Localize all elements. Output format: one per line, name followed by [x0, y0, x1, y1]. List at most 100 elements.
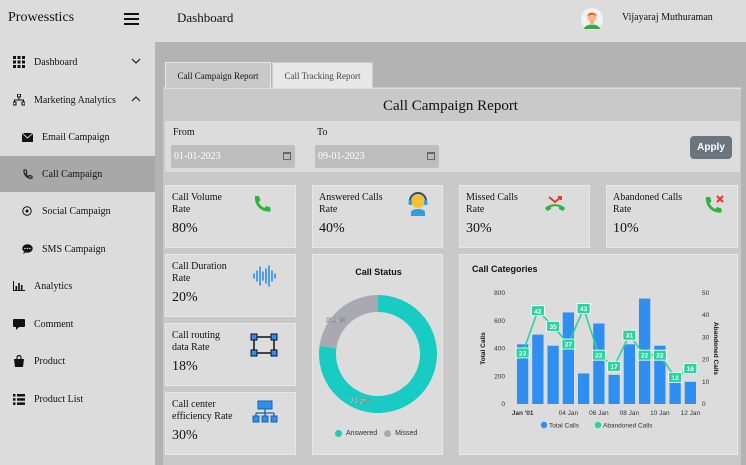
sound-wave-icon	[253, 265, 276, 287]
main-content: Call Campaign Report Call Tracking Repor…	[155, 42, 746, 465]
legend-label: Total Calls	[549, 423, 580, 430]
bar-chart-icon	[12, 279, 26, 293]
list-icon	[12, 392, 26, 406]
sidebar-item-product[interactable]: Product	[0, 343, 155, 379]
sidebar-item-dashboard[interactable]: Dashboard	[0, 44, 155, 80]
x-tick-label: 06 Jan	[589, 410, 609, 417]
chevron-up-icon[interactable]	[131, 94, 141, 104]
donut-value-label: 77.2%	[350, 398, 371, 405]
to-date-value: 09-01-2023	[318, 151, 365, 162]
comment-icon	[12, 317, 26, 331]
chevron-down-icon[interactable]	[131, 56, 141, 66]
org-chart-icon	[252, 400, 278, 423]
bar-total-calls	[562, 312, 575, 404]
tab-call-campaign-report[interactable]: Call Campaign Report	[165, 62, 271, 88]
user-name[interactable]: Vijayaraj Muthuraman	[622, 12, 713, 23]
sidebar-item-label: Comment	[34, 318, 74, 330]
bar-total-calls	[547, 345, 559, 404]
y-tick-label: 800	[494, 290, 505, 297]
legend-label: Missed	[395, 430, 418, 437]
card-label: Abandoned Calls	[613, 192, 683, 203]
sms-icon	[20, 242, 34, 256]
call-status-donut: 77.2% 22.8%	[319, 295, 437, 413]
hamburger-menu-icon[interactable]	[124, 13, 139, 26]
sidebar-item-marketing-analytics[interactable]: Marketing Analytics	[0, 82, 155, 118]
sidebar-item-sms-campaign[interactable]: SMS Campaign	[0, 231, 155, 267]
line-point-label: 22	[656, 353, 664, 360]
card-label: Rate	[172, 273, 191, 284]
card-value: 30%	[466, 221, 492, 236]
card-call-duration: Call Duration Rate 20%	[165, 254, 296, 317]
sidebar: Prowesstics Dashboard Marketing Analytic…	[0, 0, 155, 465]
date-filter-bar: From 01-01-2023 To 09-01-2023 Apply	[165, 121, 740, 172]
y-tick-label: 400	[494, 346, 505, 353]
card-label: Call center	[172, 399, 216, 410]
sidebar-item-product-list[interactable]: Product List	[0, 381, 155, 417]
y2-tick-label: 40	[702, 312, 710, 319]
y-tick-label: 600	[494, 318, 505, 325]
legend-swatch	[384, 430, 392, 437]
y2-tick-label: 0	[702, 401, 706, 408]
from-date-input[interactable]: 01-01-2023	[171, 145, 295, 168]
bar-total-calls	[593, 323, 605, 404]
x-tick-label: Jan '01	[512, 410, 534, 417]
y2-tick-label: 30	[702, 334, 710, 341]
card-label: Missed Calls	[466, 192, 518, 203]
sidebar-item-label: Email Campaign	[42, 131, 110, 143]
card-value: 20%	[172, 290, 198, 305]
card-label: Call Volume	[172, 192, 222, 203]
to-label: To	[317, 127, 328, 138]
line-point-label: 27	[565, 342, 573, 349]
missed-call-icon	[545, 196, 565, 211]
line-point-label: 16	[687, 366, 695, 373]
sidebar-item-social-campaign[interactable]: Social Campaign	[0, 193, 155, 229]
to-date-input[interactable]: 09-01-2023	[315, 145, 439, 168]
bar-total-calls	[684, 381, 697, 404]
card-value: 18%	[172, 359, 198, 374]
chart-title: Call Status	[355, 267, 402, 277]
sidebar-item-call-campaign[interactable]: Call Campaign	[0, 156, 155, 192]
line-point-label: 17	[611, 364, 619, 371]
sidebar-item-label: Product	[34, 355, 66, 367]
call-status-card: Call Status 77.2% 22.8% Answered Missed	[312, 254, 443, 455]
page-title: Dashboard	[177, 10, 234, 25]
support-agent-icon	[408, 192, 428, 216]
tab-call-tracking-report[interactable]: Call Tracking Report	[272, 62, 373, 88]
brand-name: Prowesstics	[8, 10, 75, 25]
sidebar-item-comment[interactable]: Comment	[0, 306, 155, 342]
calendar-icon[interactable]	[283, 152, 291, 160]
card-label: data Rate	[172, 342, 210, 353]
sidebar-item-label: Social Campaign	[42, 205, 111, 217]
apply-button[interactable]: Apply	[690, 136, 732, 159]
card-label: Call Duration	[172, 261, 227, 272]
card-value: 10%	[613, 221, 639, 236]
card-value: 30%	[172, 428, 198, 443]
sidebar-item-label: Call Campaign	[42, 168, 103, 180]
line-point-label: 31	[626, 333, 634, 340]
call-categories-chart: 0 200 400 600 800 0 10 20 30 40 50 Total Calls Aband…	[480, 290, 719, 430]
tab-divider	[165, 88, 741, 89]
card-label: Rate	[613, 204, 632, 215]
y2-tick-label: 10	[702, 379, 710, 386]
grid-icon	[12, 55, 26, 69]
sitemap-icon	[12, 93, 26, 107]
y-axis-title: Total Calls	[480, 332, 487, 365]
report-title: Call Campaign Report	[383, 98, 518, 114]
y2-tick-label: 50	[702, 290, 710, 297]
sidebar-item-email-campaign[interactable]: Email Campaign	[0, 119, 155, 155]
card-answered-calls: Answered Calls Rate 40%	[312, 185, 443, 248]
network-routing-icon	[250, 333, 278, 357]
legend-swatch	[540, 421, 548, 429]
line-point-label: 22	[641, 353, 649, 360]
card-label: Rate	[319, 204, 338, 215]
line-point-label: 22	[595, 353, 603, 360]
sidebar-item-label: Marketing Analytics	[34, 94, 116, 106]
avatar[interactable]	[581, 8, 603, 30]
sidebar-item-label: Dashboard	[34, 56, 78, 68]
x-tick-label: 10 Jan	[650, 410, 670, 417]
calendar-icon[interactable]	[427, 152, 435, 160]
from-date-value: 01-01-2023	[174, 151, 221, 162]
sidebar-item-analytics[interactable]: Analytics	[0, 268, 155, 304]
call-cancel-icon	[705, 195, 724, 213]
y2-tick-label: 20	[702, 357, 710, 364]
